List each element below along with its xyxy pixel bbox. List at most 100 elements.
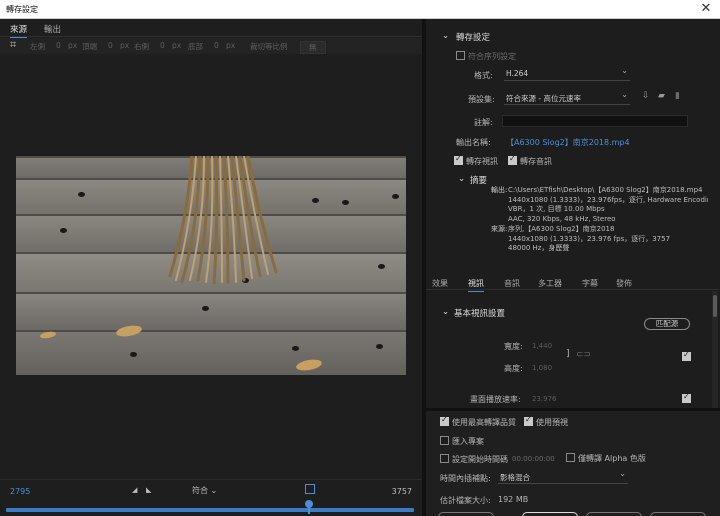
width-height-checkbox[interactable]: [682, 350, 691, 361]
import-project-label: 匯入專案: [452, 437, 484, 446]
import-preset-icon[interactable]: ▰: [658, 91, 665, 101]
summary-output-line: AAC, 320 Kbps, 48 kHz, Stereo: [508, 214, 616, 223]
out-point[interactable]: 3757: [392, 487, 412, 496]
crop-ratio-label: 裁切等比例: [250, 42, 288, 51]
export-settings-pane: ⌄ 轉存設定 符合序列設定 格式: H.264 預設集: 符合來源 - 高位元速…: [426, 19, 720, 516]
tab-multiplexer[interactable]: 多工器: [538, 278, 562, 289]
wood-hole: [130, 352, 137, 357]
crop-right-value[interactable]: 0: [160, 41, 165, 50]
export-settings-toggle[interactable]: ⌄: [442, 31, 449, 41]
action-buttons: [438, 512, 708, 516]
crop-unit-3: px: [172, 41, 182, 50]
timeline-track[interactable]: [6, 508, 414, 512]
crop-icon[interactable]: ⌗: [10, 38, 16, 52]
export-audio-checkbox[interactable]: [508, 154, 517, 165]
queue-button[interactable]: [522, 512, 578, 516]
tab-video[interactable]: 視訊: [468, 278, 484, 292]
tab-audio[interactable]: 音訊: [504, 278, 520, 289]
set-in-icon[interactable]: ◢: [132, 486, 137, 494]
basic-video-settings: ⌄ 基本視訊設置 匹配源 寬度: 1,440 高度: 1,080 ] ⊂⊃ 畫面…: [426, 291, 712, 408]
crop-bottom-value[interactable]: 0: [214, 41, 219, 50]
chain-link-icon[interactable]: ⊂⊃: [576, 350, 591, 360]
source-output-tabs: 來源 輸出: [0, 19, 422, 38]
wood-hole: [60, 228, 67, 233]
comment-input[interactable]: [502, 115, 688, 127]
settings-scrollbar[interactable]: [712, 291, 718, 408]
match-sequence-label: 符合序列設定: [468, 52, 516, 61]
in-point[interactable]: 2795: [10, 487, 30, 496]
start-timecode-checkbox[interactable]: [440, 454, 449, 463]
use-previews-checkbox[interactable]: [524, 415, 533, 426]
file-size-value: 192 MB: [498, 495, 529, 504]
alpha-only-checkbox[interactable]: [566, 453, 575, 462]
summary-block: 輸出: C:\Users\ETfish\Desktop\【A6300 Slog2…: [491, 186, 708, 254]
crop-unit-4: px: [226, 41, 236, 50]
fit-select[interactable]: 符合 ⌄: [192, 485, 217, 496]
summary-toggle[interactable]: ⌄: [458, 174, 465, 184]
output-name-link[interactable]: 【A6300 Slog2】南京2018.mp4: [506, 137, 630, 148]
close-icon[interactable]: ✕: [698, 1, 714, 17]
crop-toolbar: ⌗ 左側 0 px 頂端 0 px 右側 0 px 底部 0 px 裁切等比例 …: [0, 38, 422, 54]
format-select[interactable]: H.264: [504, 66, 630, 81]
summary-source-line: 序列,【A6300 Slog2】南京2018: [508, 225, 615, 233]
scrollbar-thumb[interactable]: [713, 295, 717, 317]
wood-hole: [376, 344, 383, 349]
broom-image: [168, 156, 278, 284]
export-settings-header: 轉存設定: [456, 33, 491, 43]
wood-hole: [378, 264, 385, 269]
summary-output-label: 輸出:: [491, 186, 508, 194]
alpha-only-label: 僅轉譯 Alpha 色版: [578, 454, 646, 463]
wood-hole: [312, 198, 319, 203]
tab-publish[interactable]: 發佈: [616, 278, 632, 289]
width-value[interactable]: 1,440: [532, 342, 552, 350]
start-timecode-label: 設定開始時間碼: [452, 455, 508, 464]
tab-source[interactable]: 來源: [10, 23, 28, 38]
tab-captions[interactable]: 字幕: [582, 278, 598, 289]
save-preset-icon[interactable]: ⇩: [642, 91, 650, 101]
use-previews-label: 使用預視: [536, 418, 568, 427]
delete-preset-icon[interactable]: ▮: [675, 91, 680, 101]
file-size-label: 估計檔案大小:: [440, 496, 491, 505]
settings-tabs: 效果 視訊 音訊 多工器 字幕 發佈: [426, 276, 720, 292]
max-quality-label: 使用最高轉譯品質: [452, 418, 516, 427]
frame-rate-checkbox[interactable]: [682, 392, 691, 403]
tab-effects[interactable]: 效果: [432, 278, 448, 289]
frame-rate-value[interactable]: 23.976: [532, 395, 557, 403]
tab-output[interactable]: 輸出: [44, 23, 61, 35]
video-preview: [16, 156, 406, 375]
preset-select[interactable]: 符合來源 - 高位元速率: [504, 90, 630, 105]
summary-header: 摘要: [470, 176, 488, 186]
set-out-icon[interactable]: ◣: [146, 486, 151, 494]
wood-plank: [16, 330, 406, 375]
export-button[interactable]: [586, 512, 642, 516]
match-source-button[interactable]: 匹配源: [644, 318, 690, 330]
comment-label: 註解:: [474, 118, 493, 127]
playhead[interactable]: [305, 500, 313, 508]
safe-margin-icon[interactable]: [305, 484, 315, 494]
timeline-bar: 2795 ◢ ◣ 符合 ⌄ 3757: [0, 479, 422, 516]
max-quality-checkbox[interactable]: [440, 415, 449, 426]
output-name-label: 輸出名稱:: [456, 138, 491, 147]
start-timecode-value[interactable]: 00:00:00:00: [512, 455, 555, 463]
crop-unit-2: px: [120, 41, 130, 50]
video-settings-toggle[interactable]: ⌄: [442, 307, 449, 317]
export-audio-label: 轉存音訊: [520, 157, 552, 166]
time-interpolation-select[interactable]: 影格混合: [498, 469, 628, 484]
height-label: 高度:: [504, 364, 523, 373]
summary-source-line: 48000 Hz，身歷聲: [508, 244, 570, 252]
crop-left-value[interactable]: 0: [56, 41, 61, 50]
height-value[interactable]: 1,080: [532, 364, 552, 372]
import-project-checkbox[interactable]: [440, 436, 449, 445]
wood-hole: [202, 306, 209, 311]
link-bracket-icon: ]: [566, 349, 570, 359]
summary-output-line: C:\Users\ETfish\Desktop\【A6300 Slog2】南京2…: [508, 186, 703, 194]
export-video-checkbox[interactable]: [454, 154, 463, 165]
crop-top-value[interactable]: 0: [108, 41, 113, 50]
wood-hole: [292, 346, 299, 351]
fit-label: 符合: [192, 486, 208, 495]
match-sequence-checkbox[interactable]: [456, 51, 465, 60]
summary-output-line: 1440x1080 (1.3333)，23.976fps，逐行, Hardwar…: [508, 195, 708, 204]
crop-ratio-select[interactable]: 無: [300, 41, 326, 54]
metadata-button[interactable]: [438, 512, 494, 516]
cancel-button[interactable]: [650, 512, 706, 516]
